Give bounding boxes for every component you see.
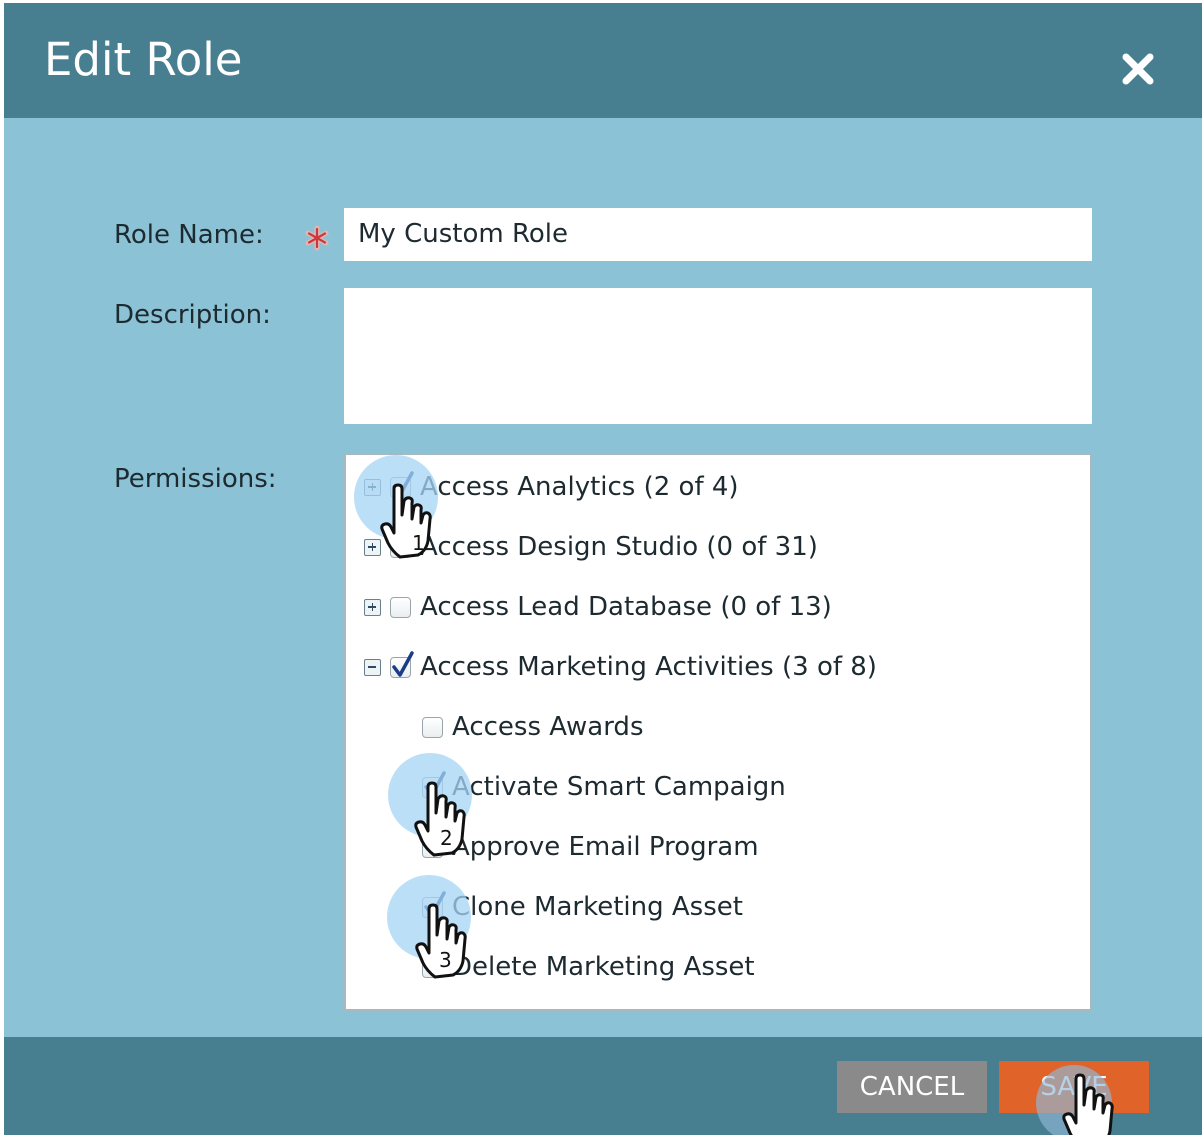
permission-label: Access Design Studio (0 of 31): [420, 532, 818, 562]
description-textarea[interactable]: [344, 288, 1092, 424]
permission-label: Access Marketing Activities (3 of 8): [420, 652, 877, 682]
hint-marker-3: 3: [387, 875, 477, 994]
permission-checkbox[interactable]: [390, 596, 411, 618]
permission-checkbox[interactable]: [422, 716, 443, 738]
permissions-label: Permissions:: [114, 464, 277, 494]
description-label: Description:: [114, 300, 271, 330]
hint-number-3: 3: [439, 948, 452, 972]
permission-label: Access Lead Database (0 of 13): [420, 592, 832, 622]
hint-marker-2: 2: [388, 753, 478, 872]
permission-label: Delete Marketing Asset: [452, 952, 755, 982]
hint-number-1: 1: [412, 531, 425, 555]
permission-label: Access Analytics (2 of 4): [420, 472, 739, 502]
hint-marker-1: 1: [354, 455, 444, 574]
permission-row[interactable]: Access Awards: [422, 707, 643, 747]
permission-label: Access Awards: [452, 712, 644, 742]
cancel-button[interactable]: CANCEL: [837, 1061, 987, 1113]
required-asterisk-icon: [304, 225, 330, 251]
hint-number-2: 2: [440, 826, 453, 850]
dialog-title: Edit Role: [44, 33, 243, 86]
permission-label: Activate Smart Campaign: [452, 772, 786, 802]
edit-role-dialog: Edit Role Role Name: My Custom Role Desc…: [4, 3, 1202, 1135]
dialog-header: Edit Role: [4, 3, 1202, 118]
permission-label: Clone Marketing Asset: [452, 892, 743, 922]
role-name-input[interactable]: My Custom Role: [344, 208, 1092, 261]
collapse-icon[interactable]: [364, 658, 381, 676]
permission-label: Approve Email Program: [452, 832, 759, 862]
close-icon[interactable]: [1116, 47, 1160, 91]
permission-row[interactable]: Access Marketing Activities (3 of 8): [364, 647, 877, 687]
role-name-label: Role Name:: [114, 220, 264, 250]
permission-checkbox[interactable]: [390, 650, 414, 678]
expand-icon[interactable]: [364, 598, 381, 616]
permission-row[interactable]: Access Lead Database (0 of 13): [364, 587, 832, 627]
hint-marker-save: [1034, 1063, 1124, 1135]
